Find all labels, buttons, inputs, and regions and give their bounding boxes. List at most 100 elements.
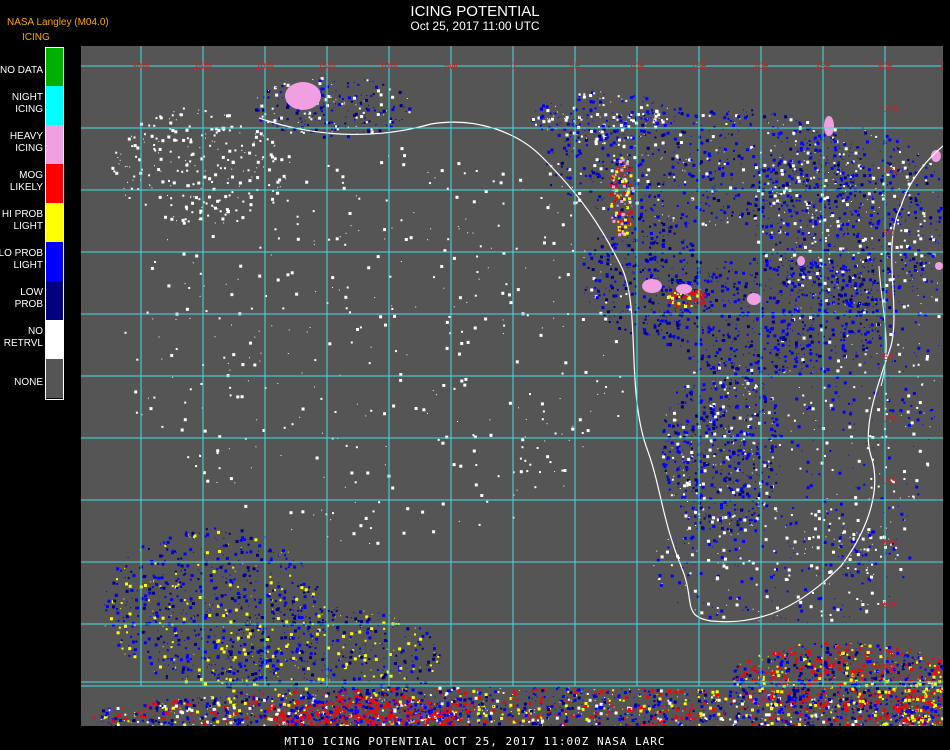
- cloud-pixel: [831, 281, 833, 284]
- cloud-pixel: [288, 329, 290, 331]
- cloud-pixel: [377, 89, 380, 93]
- cloud-pixel: [599, 104, 601, 106]
- cloud-pixel: [685, 495, 687, 497]
- cloud-pixel: [801, 232, 805, 236]
- cloud-pixel: [803, 403, 806, 406]
- cloud-pixel: [749, 122, 752, 125]
- cloud-pixel: [706, 424, 709, 427]
- cloud-pixel: [785, 257, 787, 259]
- cloud-pixel: [610, 275, 614, 279]
- cloud-pixel: [765, 595, 769, 599]
- cloud-pixel: [837, 166, 839, 168]
- cloud-pixel: [886, 576, 888, 578]
- cloud-pixel: [860, 216, 862, 218]
- cloud-pixel: [919, 237, 923, 241]
- cloud-pixel: [775, 421, 777, 423]
- cloud-pixel: [726, 410, 728, 412]
- cloud-pixel: [799, 228, 801, 230]
- cloud-pixel: [684, 181, 687, 184]
- cloud-pixel: [124, 166, 126, 168]
- cloud-pixel: [600, 271, 602, 273]
- cloud-pixel: [846, 301, 850, 305]
- cloud-pixel: [706, 363, 710, 367]
- cloud-pixel: [903, 239, 906, 242]
- cloud-pixel: [800, 307, 802, 309]
- cloud-pixel: [143, 141, 145, 143]
- cloud-pixel: [827, 147, 829, 149]
- cloud-pixel: [812, 213, 814, 215]
- cloud-pixel: [828, 234, 830, 236]
- cloud-pixel: [644, 129, 646, 131]
- cloud-pixel: [621, 98, 623, 100]
- cloud-pixel: [311, 115, 313, 117]
- cloud-pixel: [554, 471, 556, 473]
- cloud-pixel: [671, 447, 673, 449]
- cloud-pixel: [840, 366, 843, 369]
- cloud-pixel: [594, 278, 598, 282]
- cloud-pixel: [777, 339, 779, 342]
- cloud-pixel: [736, 292, 739, 295]
- cloud-pixel: [910, 421, 914, 425]
- cloud-pixel: [739, 527, 743, 531]
- cloud-pixel: [834, 598, 836, 600]
- cloud-pixel: [867, 168, 871, 172]
- legend-title: ICING: [22, 32, 50, 43]
- cloud-pixel: [185, 160, 187, 162]
- cloud-pixel: [844, 322, 848, 326]
- cloud-pixel: [836, 283, 838, 285]
- cloud-pixel: [744, 452, 747, 455]
- cloud-pixel: [332, 287, 333, 288]
- cloud-pixel: [861, 275, 863, 277]
- cloud-pixel: [904, 387, 908, 391]
- cloud-pixel: [782, 281, 786, 285]
- cloud-pixel: [799, 131, 802, 134]
- cloud-pixel: [356, 328, 359, 331]
- cloud-pixel: [887, 267, 890, 271]
- cloud-pixel: [813, 236, 816, 239]
- cloud-pixel: [715, 540, 718, 543]
- cloud-pixel: [905, 256, 908, 259]
- cloud-pixel: [313, 514, 315, 516]
- cloud-pixel: [657, 269, 660, 272]
- cloud-pixel: [168, 179, 170, 182]
- cloud-pixel: [280, 455, 282, 456]
- cloud-pixel: [492, 180, 495, 183]
- cloud-pixel: [246, 594, 248, 596]
- cloud-pixel: [228, 448, 230, 450]
- cloud-pixel: [807, 271, 810, 274]
- cloud-pixel: [563, 469, 567, 472]
- cloud-pixel: [806, 294, 808, 297]
- cloud-pixel: [754, 512, 756, 514]
- cloud-pixel: [251, 176, 253, 178]
- cloud-pixel: [898, 352, 902, 356]
- cloud-pixel: [232, 353, 236, 357]
- cloud-pixel: [869, 292, 871, 294]
- cloud-pixel: [353, 114, 356, 117]
- cloud-pixel: [860, 294, 862, 296]
- cloud-pixel: [519, 457, 522, 460]
- cloud-pixel: [790, 557, 792, 559]
- cloud-pixel: [446, 187, 449, 190]
- cloud-pixel: [737, 193, 741, 197]
- cloud-pixel: [799, 317, 801, 320]
- cloud-pixel: [364, 114, 366, 116]
- cloud-pixel: [798, 244, 802, 248]
- cloud-pixel: [693, 219, 697, 223]
- cloud-pixel: [671, 157, 675, 161]
- cloud-pixel: [385, 199, 388, 202]
- cloud-pixel: [333, 81, 335, 82]
- cloud-pixel: [838, 546, 840, 548]
- cloud-pixel: [828, 356, 832, 360]
- cloud-pixel: [667, 481, 671, 485]
- cloud-pixel: [937, 282, 938, 284]
- cloud-pixel: [763, 464, 767, 468]
- cloud-pixel: [783, 192, 786, 195]
- cloud-pixel: [712, 327, 715, 330]
- cloud-pixel: [816, 172, 818, 174]
- cloud-pixel: [876, 353, 878, 354]
- cloud-pixel: [637, 265, 639, 267]
- cloud-pixel: [868, 221, 872, 225]
- cloud-pixel: [840, 534, 842, 536]
- cloud-pixel: [237, 278, 239, 280]
- cloud-pixel: [921, 383, 924, 386]
